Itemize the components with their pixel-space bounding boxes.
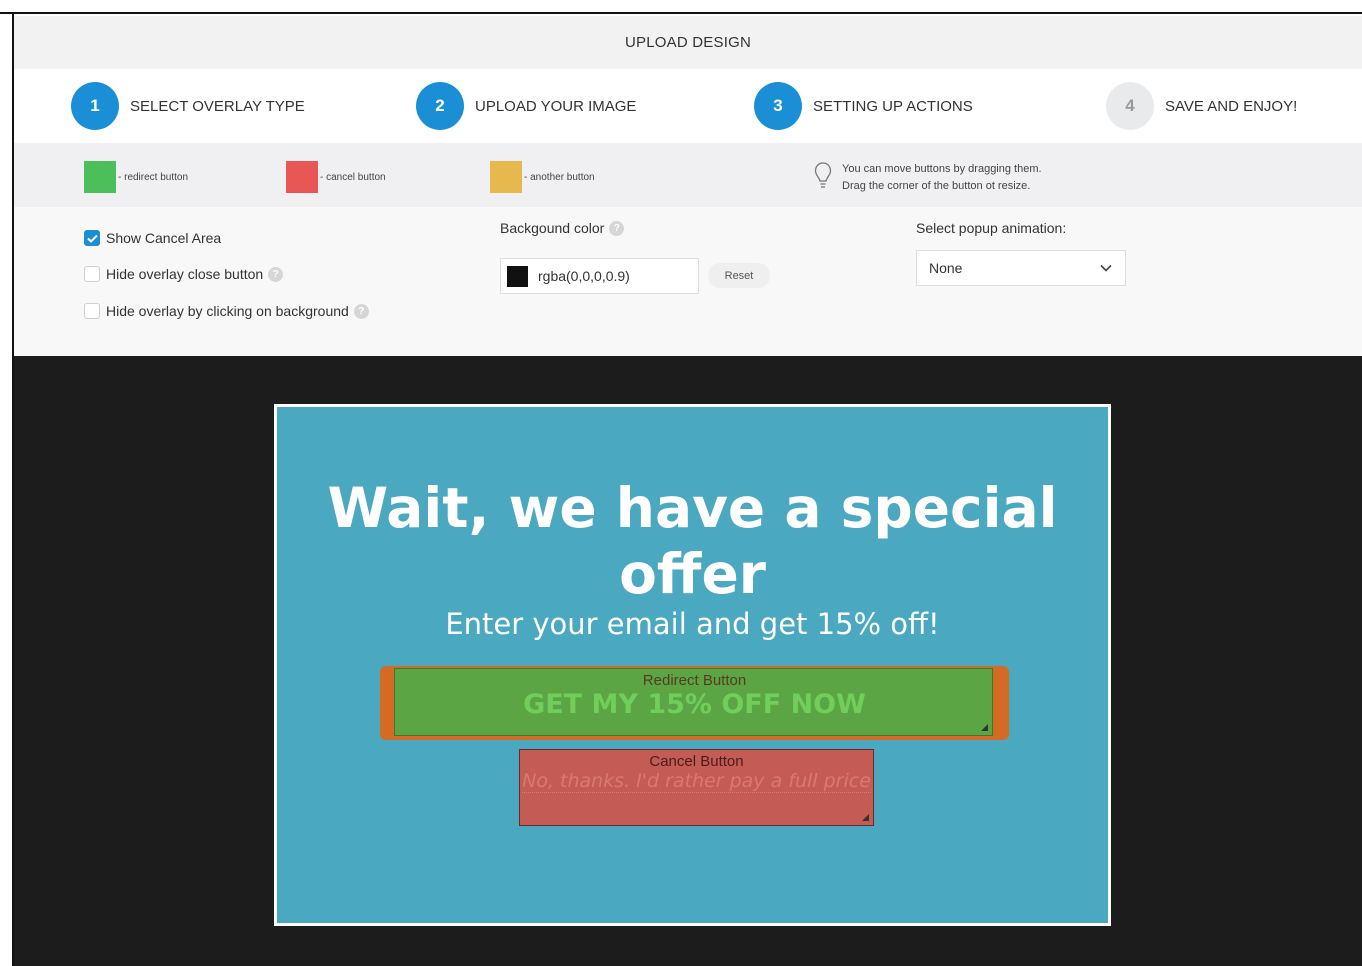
show-cancel-area-checkbox[interactable] bbox=[84, 230, 100, 246]
upload-design-app: UPLOAD DESIGN 1 SELECT OVERLAY TYPE 2 UP… bbox=[14, 16, 1362, 966]
help-icon[interactable]: ? bbox=[609, 220, 625, 236]
drag-hint: You can move buttons by dragging them. D… bbox=[814, 161, 1042, 195]
redirect-button-overlay[interactable]: Redirect Button GET MY 15% OFF NOW bbox=[394, 668, 993, 736]
show-cancel-area-option[interactable]: Show Cancel Area bbox=[84, 230, 221, 246]
lightbulb-icon bbox=[814, 162, 832, 188]
bg-color-heading: Backgound color ? bbox=[500, 220, 625, 236]
step-label: UPLOAD YOUR IMAGE bbox=[475, 97, 637, 115]
resize-handle-icon[interactable] bbox=[981, 724, 988, 731]
redirect-swatch bbox=[84, 161, 116, 193]
cancel-overlay-label: Cancel Button bbox=[649, 753, 744, 770]
popup-preview: Wait, we have a special offer Enter your… bbox=[274, 404, 1111, 926]
another-swatch bbox=[490, 161, 522, 193]
settings-panel: Show Cancel Area Hide overlay close butt… bbox=[14, 207, 1362, 356]
legend-redirect-label: - redirect button bbox=[118, 171, 189, 183]
show-cancel-area-label: Show Cancel Area bbox=[106, 230, 222, 246]
step-number: 2 bbox=[416, 82, 464, 130]
button-legend: - redirect button - cancel button - anot… bbox=[14, 143, 1362, 207]
help-icon[interactable]: ? bbox=[268, 266, 284, 282]
color-chip[interactable] bbox=[507, 265, 528, 287]
hide-close-button-label: Hide overlay close button bbox=[106, 266, 264, 282]
step-setting-up-actions[interactable]: 3 SETTING UP ACTIONS bbox=[754, 82, 973, 130]
help-icon[interactable]: ? bbox=[353, 303, 369, 319]
hint-line-2: Drag the corner of the button ot resize. bbox=[842, 180, 1031, 192]
hint-line-1: You can move buttons by dragging them. bbox=[842, 163, 1042, 175]
animation-select[interactable]: None bbox=[916, 250, 1126, 286]
step-upload-image[interactable]: 2 UPLOAD YOUR IMAGE bbox=[416, 82, 636, 130]
cancel-button-overlay[interactable]: Cancel Button No, thanks. I'd rather pay… bbox=[519, 749, 874, 826]
chevron-down-icon bbox=[1100, 264, 1112, 272]
redirect-cta-text: GET MY 15% OFF NOW bbox=[523, 689, 866, 720]
legend-redirect: - redirect button bbox=[84, 161, 188, 193]
hide-by-background-checkbox[interactable] bbox=[84, 303, 100, 319]
popup-title: Wait, we have a special offer bbox=[327, 476, 1058, 606]
bg-color-field[interactable]: rgba(0,0,0,0.9) bbox=[500, 258, 699, 294]
wizard-steps: 1 SELECT OVERLAY TYPE 2 UPLOAD YOUR IMAG… bbox=[14, 69, 1362, 143]
step-label: SAVE AND ENJOY! bbox=[1165, 97, 1298, 115]
legend-cancel-label: - cancel button bbox=[320, 171, 386, 183]
window-frame-left bbox=[0, 14, 14, 966]
step-number: 3 bbox=[754, 82, 802, 130]
reset-button[interactable]: Reset bbox=[708, 263, 770, 288]
check-icon bbox=[86, 234, 98, 243]
step-number: 1 bbox=[71, 82, 119, 130]
hide-close-button-option[interactable]: Hide overlay close button ? bbox=[84, 266, 284, 282]
step-number: 4 bbox=[1106, 82, 1154, 130]
hide-by-background-option[interactable]: Hide overlay by clicking on background ? bbox=[84, 303, 369, 319]
animation-value: None bbox=[929, 260, 963, 276]
bg-color-label: Backgound color bbox=[500, 220, 605, 236]
cancel-swatch bbox=[286, 161, 318, 193]
page-header: UPLOAD DESIGN bbox=[14, 16, 1362, 69]
cancel-decline-text: No, thanks. I'd rather pay a full price bbox=[522, 770, 871, 793]
step-label: SETTING UP ACTIONS bbox=[813, 97, 973, 115]
step-select-overlay-type[interactable]: 1 SELECT OVERLAY TYPE bbox=[71, 82, 305, 130]
animation-label: Select popup animation: bbox=[916, 220, 1067, 236]
legend-cancel: - cancel button bbox=[286, 161, 386, 193]
redirect-button-area[interactable]: Redirect Button GET MY 15% OFF NOW bbox=[380, 666, 1009, 740]
hide-close-button-checkbox[interactable] bbox=[84, 266, 100, 282]
redirect-overlay-label: Redirect Button bbox=[642, 672, 747, 689]
legend-another: - another button bbox=[490, 161, 595, 193]
step-label: SELECT OVERLAY TYPE bbox=[130, 97, 305, 115]
bg-color-value: rgba(0,0,0,0.9) bbox=[538, 268, 630, 284]
resize-handle-icon[interactable] bbox=[862, 814, 869, 821]
hide-by-background-label: Hide overlay by clicking on background bbox=[106, 303, 349, 319]
page-title: UPLOAD DESIGN bbox=[625, 34, 751, 51]
popup-subtitle: Enter your email and get 15% off! bbox=[445, 607, 940, 641]
window-frame-top bbox=[0, 0, 1362, 14]
step-save-and-enjoy[interactable]: 4 SAVE AND ENJOY! bbox=[1106, 82, 1297, 130]
preview-canvas: Wait, we have a special offer Enter your… bbox=[14, 356, 1362, 966]
legend-another-label: - another button bbox=[524, 171, 595, 183]
